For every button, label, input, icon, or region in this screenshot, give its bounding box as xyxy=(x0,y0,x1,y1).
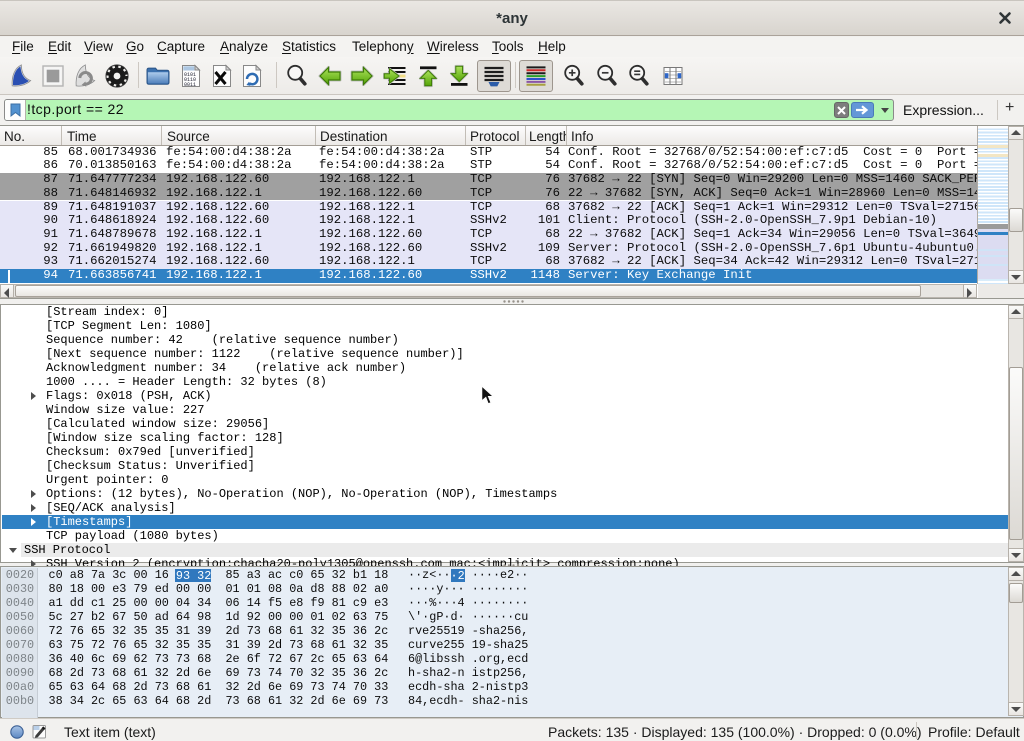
svg-text:0011: 0011 xyxy=(184,82,196,88)
